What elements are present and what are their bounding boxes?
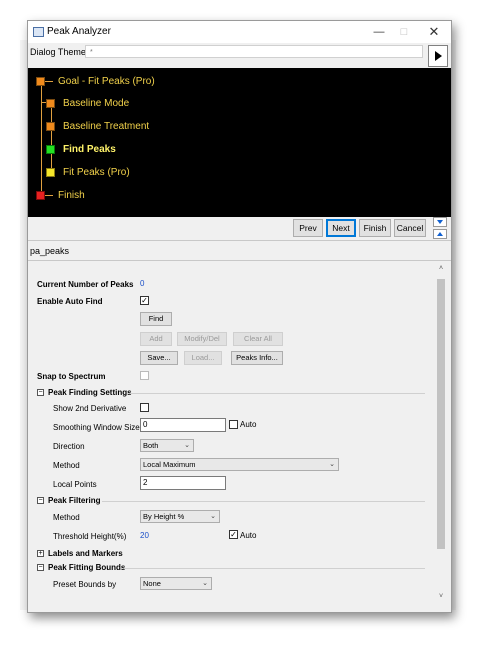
- flow-branch-line: [51, 102, 52, 175]
- prev-button[interactable]: Prev: [293, 219, 323, 237]
- chevron-down-icon: ⌄: [184, 442, 190, 449]
- flow-step-fit-peaks[interactable]: Fit Peaks (Pro): [63, 167, 130, 178]
- properties-scrollbar[interactable]: ˄ ˅: [435, 262, 447, 606]
- preset-bounds-select[interactable]: None ⌄: [140, 577, 212, 590]
- threshold-height-value[interactable]: 20: [140, 531, 149, 540]
- smoothing-window-label: Smoothing Window Size: [53, 423, 140, 432]
- direction-label: Direction: [53, 442, 85, 451]
- filter-method-label: Method: [53, 513, 80, 522]
- threshold-height-label: Threshold Height(%): [53, 532, 127, 541]
- show-2nd-derivative-label: Show 2nd Derivative: [53, 404, 127, 413]
- current-peaks-label: Current Number of Peaks: [37, 280, 134, 289]
- threshold-auto-checkbox[interactable]: ✓: [229, 530, 238, 539]
- window-title: Peak Analyzer: [47, 26, 111, 37]
- flow-trunk-line: [41, 82, 42, 196]
- filter-method-select[interactable]: By Height % ⌄: [140, 510, 220, 523]
- flow-step-fit-peaks-icon: [46, 168, 55, 177]
- group-divider: [130, 393, 425, 394]
- peak-filtering-group-label: Peak Filtering: [48, 496, 101, 505]
- dialog-theme-label: Dialog Theme: [30, 47, 86, 57]
- preset-bounds-value: None: [143, 579, 161, 588]
- load-button[interactable]: Load...: [184, 351, 222, 365]
- modify-del-button[interactable]: Modify/Del: [177, 332, 227, 346]
- title-bar: Peak Analyzer — □ ✕: [28, 21, 451, 43]
- flow-step-baseline-treatment[interactable]: Baseline Treatment: [63, 121, 149, 132]
- dialog-theme-input[interactable]: *: [85, 45, 423, 58]
- scroll-down-icon[interactable]: ˅: [437, 593, 445, 601]
- peaks-info-button[interactable]: Peaks Info...: [231, 351, 283, 365]
- background-strip-left: [20, 40, 27, 610]
- peak-fitting-bounds-group-label: Peak Fitting Bounds: [48, 563, 126, 572]
- filter-method-value: By Height %: [143, 512, 185, 521]
- save-button[interactable]: Save...: [140, 351, 178, 365]
- smoothing-auto-checkbox[interactable]: [229, 420, 238, 429]
- maximize-icon[interactable]: □: [396, 24, 412, 40]
- flow-step-finish-icon: [36, 191, 45, 200]
- minimize-icon[interactable]: —: [371, 24, 387, 40]
- next-button[interactable]: Next: [326, 219, 356, 237]
- flow-step-find-peaks-icon: [46, 145, 55, 154]
- labels-markers-group-label: Labels and Markers: [48, 549, 123, 558]
- current-peaks-value: 0: [140, 279, 145, 288]
- app-icon: [33, 27, 44, 37]
- snap-to-spectrum-label: Snap to Spectrum: [37, 372, 106, 381]
- flow-tick: [45, 81, 53, 82]
- local-points-label: Local Points: [53, 480, 97, 489]
- scrollbar-thumb[interactable]: [437, 279, 445, 549]
- close-icon[interactable]: ✕: [426, 24, 442, 40]
- labels-markers-expand-icon[interactable]: +: [37, 550, 44, 557]
- flow-step-find-peaks[interactable]: Find Peaks: [63, 144, 116, 155]
- divider: [28, 240, 451, 241]
- chevron-down-icon: ⌄: [202, 580, 208, 587]
- clear-all-button[interactable]: Clear All: [233, 332, 283, 346]
- peak-filtering-collapse-icon[interactable]: −: [37, 497, 44, 504]
- flow-step-goal[interactable]: Goal - Fit Peaks (Pro): [58, 76, 155, 87]
- group-divider: [124, 568, 425, 569]
- peak-finding-collapse-icon[interactable]: −: [37, 389, 44, 396]
- chevron-down-icon: ⌄: [210, 513, 216, 520]
- find-button[interactable]: Find: [140, 312, 172, 326]
- properties-panel: Current Number of Peaks 0 Enable Auto Fi…: [30, 262, 448, 606]
- method-label: Method: [53, 461, 80, 470]
- direction-value: Both: [143, 441, 159, 450]
- cancel-button[interactable]: Cancel: [394, 219, 426, 237]
- flow-tick: [45, 195, 53, 196]
- preset-bounds-label: Preset Bounds by: [53, 580, 117, 589]
- flow-step-goal-icon: [36, 77, 45, 86]
- peak-analyzer-dialog: Peak Analyzer — □ ✕ Dialog Theme * Goal …: [27, 20, 452, 613]
- flow-step-baseline-mode[interactable]: Baseline Mode: [63, 98, 129, 109]
- local-points-input[interactable]: 2: [140, 476, 226, 490]
- method-select[interactable]: Local Maximum ⌄: [140, 458, 339, 471]
- wizard-flowchart: Goal - Fit Peaks (Pro) Baseline Mode Bas…: [28, 68, 451, 217]
- method-value: Local Maximum: [143, 460, 196, 469]
- snap-to-spectrum-checkbox[interactable]: [140, 371, 149, 380]
- smoothing-auto-label: Auto: [240, 420, 257, 429]
- add-button[interactable]: Add: [140, 332, 172, 346]
- auto-find-label: Enable Auto Find: [37, 297, 103, 306]
- scroll-up-icon[interactable]: ˄: [437, 265, 445, 273]
- show-2nd-derivative-checkbox[interactable]: [140, 403, 149, 412]
- threshold-auto-label: Auto: [240, 531, 257, 540]
- group-divider: [102, 501, 425, 502]
- finish-button[interactable]: Finish: [359, 219, 391, 237]
- peak-finding-group-label: Peak Finding Settings: [48, 388, 132, 397]
- divider: [28, 260, 451, 261]
- auto-find-checkbox[interactable]: ✓: [140, 296, 149, 305]
- flow-step-baseline-mode-icon: [46, 99, 55, 108]
- chevron-down-icon: ⌄: [329, 461, 335, 468]
- direction-select[interactable]: Both ⌄: [140, 439, 194, 452]
- smoothing-window-input[interactable]: 0: [140, 418, 226, 432]
- theme-menu-arrow-icon[interactable]: [428, 45, 448, 67]
- panel-name: pa_peaks: [30, 246, 70, 256]
- flow-step-baseline-treatment-icon: [46, 122, 55, 131]
- collapse-up-arrow-icon[interactable]: [433, 229, 447, 239]
- peak-fitting-bounds-collapse-icon[interactable]: −: [37, 564, 44, 571]
- collapse-down-arrow-icon[interactable]: [433, 217, 447, 227]
- flow-step-finish[interactable]: Finish: [58, 190, 85, 201]
